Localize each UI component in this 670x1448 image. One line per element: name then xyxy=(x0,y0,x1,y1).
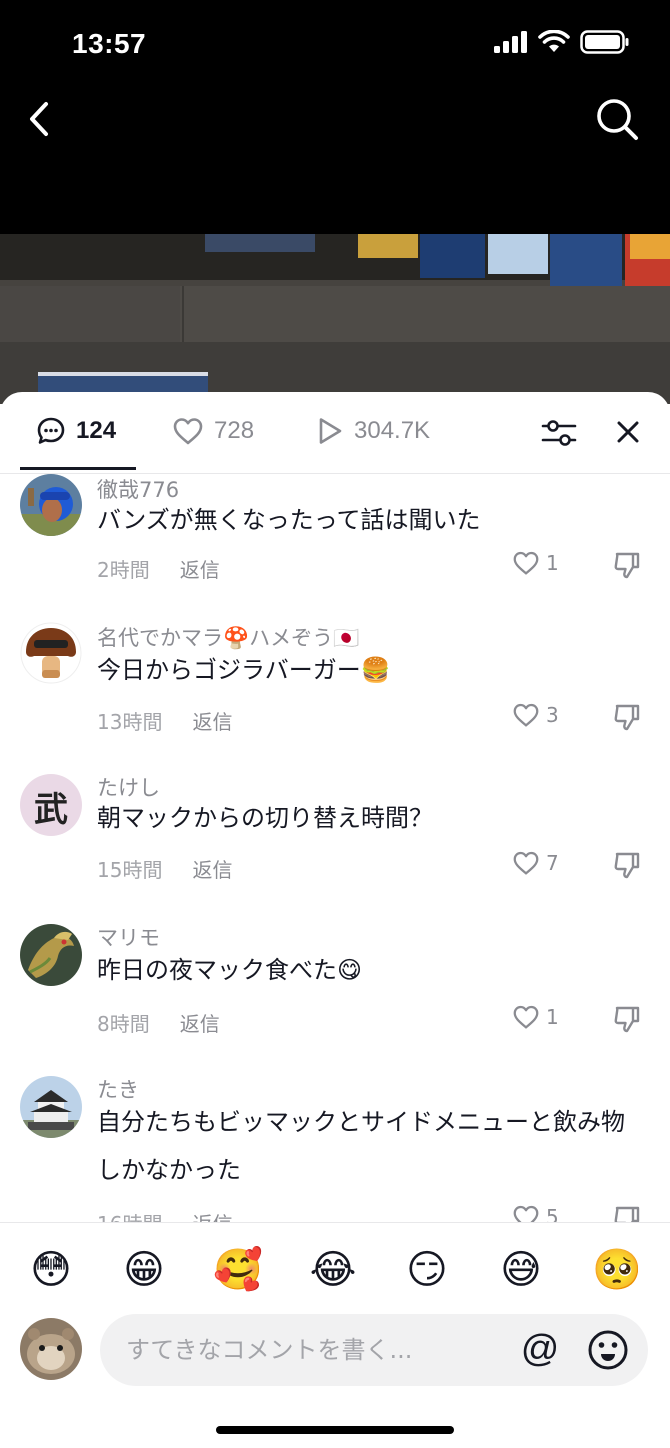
comment-input[interactable] xyxy=(126,1314,506,1386)
video-frame xyxy=(0,234,670,404)
avatar-glyph: 武 xyxy=(34,790,68,830)
reply-button[interactable]: 返信 xyxy=(180,554,220,583)
comment-like-button[interactable]: 5 xyxy=(512,1204,559,1222)
avatar[interactable] xyxy=(20,622,82,684)
dislike-icon[interactable] xyxy=(612,550,642,580)
comment-input-row: @ xyxy=(0,1312,670,1448)
battery-icon xyxy=(580,30,629,54)
emoji-quick-bar: 😳 😁 🥰 😂 😏 😅 🥺 xyxy=(0,1222,670,1312)
comment-time: 15時間 xyxy=(97,858,163,882)
comment-list: 徹哉776 バンズが無くなったって話は聞いた 2時間 返信 1 名代でかマラ🍄ハ… xyxy=(0,474,670,1222)
tab-likes[interactable]: 728 xyxy=(172,416,254,446)
video-header: 13:57 xyxy=(0,0,670,234)
reply-button[interactable]: 返信 xyxy=(192,706,232,735)
emoji-sweat-smile[interactable]: 😅 xyxy=(496,1245,546,1295)
like-count: 728 xyxy=(214,417,255,444)
comment-like-count: 3 xyxy=(546,703,559,727)
comment-meta: 15時間 返信 xyxy=(97,854,232,883)
avatar[interactable] xyxy=(20,924,82,986)
comment-meta: 2時間 返信 xyxy=(97,554,220,583)
tab-views[interactable]: 304.7K xyxy=(316,416,430,446)
emoji-flushed[interactable]: 😳 xyxy=(26,1245,76,1295)
reply-button[interactable]: 返信 xyxy=(192,854,232,883)
comment-icon xyxy=(37,417,65,444)
comment-like-count: 7 xyxy=(546,851,559,875)
dislike-icon[interactable] xyxy=(612,1004,642,1034)
comment-count: 124 xyxy=(76,417,117,444)
status-icons xyxy=(494,30,630,54)
comment-meta: 13時間 返信 xyxy=(97,706,232,735)
emoji-hearts-face[interactable]: 🥰 xyxy=(213,1245,263,1295)
dislike-icon[interactable] xyxy=(612,1204,642,1222)
dislike-icon[interactable] xyxy=(612,702,642,732)
play-icon xyxy=(319,418,342,444)
comment-time: 2時間 xyxy=(97,558,150,582)
comment-meta: 8時間 返信 xyxy=(97,1008,220,1037)
home-indicator xyxy=(216,1426,454,1434)
reply-button[interactable]: 返信 xyxy=(180,1008,220,1037)
tab-comments[interactable]: 124 xyxy=(36,416,116,446)
my-avatar xyxy=(20,1318,82,1380)
heart-icon xyxy=(173,418,203,445)
heart-icon xyxy=(513,1205,539,1222)
comment-text: 昨日の夜マック食べた😋 xyxy=(97,956,363,984)
emoji-grin[interactable]: 😁 xyxy=(119,1245,169,1295)
comment-text: 自分たちもビッマックとサイドメニューと飲み物しかなかった xyxy=(97,1108,625,1184)
comment-input-box: @ xyxy=(100,1314,648,1386)
avatar[interactable]: 武 xyxy=(20,774,82,836)
heart-icon xyxy=(513,1005,539,1029)
comment-text: バンズが無くなったって話は聞いた xyxy=(97,506,481,534)
video-preview[interactable] xyxy=(0,234,670,404)
comment-text: 朝マックからの切り替え時間？ xyxy=(97,804,433,832)
reply-button[interactable]: 返信 xyxy=(192,1208,232,1222)
filter-sliders-icon[interactable] xyxy=(540,416,578,450)
comment-like-button[interactable]: 7 xyxy=(512,850,559,876)
comment-time: 16時間 xyxy=(97,1208,162,1222)
heart-icon xyxy=(513,851,539,875)
comment-meta: 16時間 返信 xyxy=(97,1208,232,1222)
emoji-pleading[interactable]: 🥺 xyxy=(592,1245,642,1295)
tab-indicator xyxy=(20,467,136,470)
avatar[interactable] xyxy=(20,1076,82,1138)
search-icon[interactable] xyxy=(594,96,640,142)
avatar[interactable] xyxy=(20,474,82,536)
stats-tabs: 124 728 304.7K xyxy=(0,392,670,474)
heart-icon xyxy=(513,703,539,727)
comment-like-count: 1 xyxy=(546,551,559,575)
mention-button[interactable]: @ xyxy=(518,1328,562,1372)
comment-time: 8時間 xyxy=(97,1012,150,1036)
comment-like-count: 1 xyxy=(546,1005,559,1029)
wifi-icon xyxy=(538,30,570,52)
comment-text: 今日からゴジラバーガー🍔 xyxy=(97,656,391,684)
emoji-smirk[interactable]: 😏 xyxy=(402,1245,452,1295)
comment-like-count: 5 xyxy=(546,1205,559,1222)
comment-time: 13時間 xyxy=(97,710,163,734)
back-button[interactable] xyxy=(20,98,60,140)
view-count: 304.7K xyxy=(354,417,431,444)
status-time: 13:57 xyxy=(72,28,147,59)
comment-like-button[interactable]: 1 xyxy=(512,1004,559,1030)
heart-icon xyxy=(513,551,539,575)
dislike-icon[interactable] xyxy=(612,850,642,880)
emoji-tears-of-joy[interactable]: 😂 xyxy=(308,1245,358,1295)
close-icon[interactable] xyxy=(612,416,644,448)
comment-like-button[interactable]: 3 xyxy=(512,702,559,728)
comment-like-button[interactable]: 1 xyxy=(512,550,559,576)
emoji-picker-icon[interactable] xyxy=(586,1328,630,1372)
signal-icon xyxy=(494,31,527,53)
